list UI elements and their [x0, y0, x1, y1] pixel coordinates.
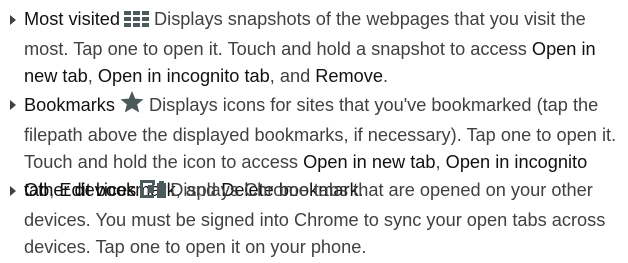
grid-icon [124, 8, 150, 36]
list-item-other-devices: Other devices Displays Chrome tabs that a… [4, 177, 620, 262]
item-text: Most visited Displays snapshots of the we… [24, 6, 620, 91]
end-punctuation: . [382, 66, 389, 86]
option-remove: Remove [315, 66, 383, 86]
list-item-most-visited: Most visited Displays snapshots of the we… [4, 6, 620, 91]
item-title: Other devices [24, 180, 137, 200]
bullet-arrow-icon [10, 186, 16, 196]
separator-text: , [87, 66, 93, 86]
separator-text: , [435, 152, 441, 172]
star-icon [119, 91, 145, 122]
option-open-new-tab: Open in new tab [303, 152, 436, 172]
option-open-incognito-tab: Open in incognito tab [97, 66, 270, 86]
bullet-arrow-icon [10, 100, 16, 110]
feature-list: Most visited Displays snapshots of the we… [0, 0, 628, 263]
separator-text: , and [269, 66, 311, 86]
item-title: Most visited [24, 9, 121, 29]
item-title: Bookmarks [24, 95, 115, 115]
devices-icon [140, 179, 167, 207]
item-text: Other devices Displays Chrome tabs that a… [24, 177, 620, 262]
bullet-arrow-icon [10, 15, 16, 25]
